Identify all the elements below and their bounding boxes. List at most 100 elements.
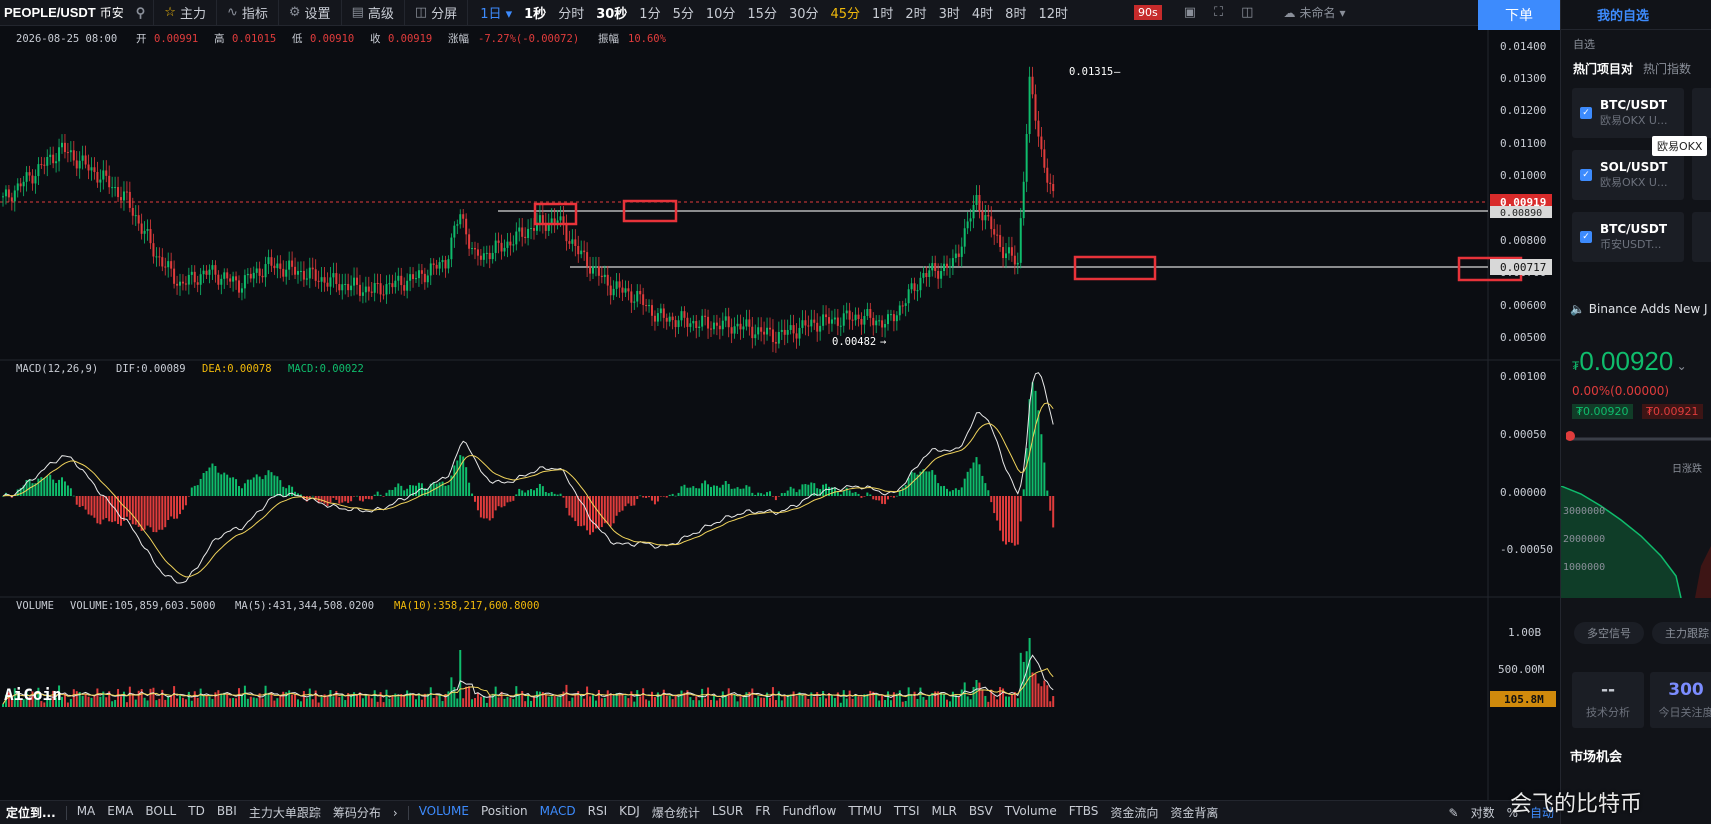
sub-indicator-13[interactable]: TVolume — [999, 804, 1063, 821]
split-screen-button[interactable]: ◫ 分屏 — [403, 0, 467, 26]
sub-indicator-14[interactable]: FTBS — [1063, 804, 1105, 821]
macd-histogram-bar — [704, 480, 707, 496]
macd-histogram-bar — [724, 481, 727, 496]
candle-body — [273, 265, 276, 269]
volume-bar — [382, 702, 385, 707]
sub-indicator-16[interactable]: 资金背离 — [1164, 804, 1224, 821]
macd-histogram-bar — [954, 488, 957, 496]
interval-15m[interactable]: 15分 — [741, 3, 783, 22]
tab-watchlist[interactable]: 我的自选 — [1561, 0, 1711, 30]
locate-button[interactable]: 定位到... — [0, 804, 62, 821]
volume-bar — [565, 684, 568, 707]
long-short-signal-button[interactable]: 多空信号 — [1574, 622, 1644, 644]
checkbox-icon[interactable]: ✓ — [1580, 107, 1592, 119]
interval-2h[interactable]: 2时 — [899, 3, 932, 22]
sub-indicator-7[interactable]: FR — [749, 804, 776, 821]
sub-indicator-6[interactable]: LSUR — [706, 804, 749, 821]
macd-histogram-bar — [960, 487, 963, 496]
interval-45m[interactable]: 45分 — [825, 3, 867, 22]
candle-body — [10, 197, 13, 202]
overlay-indicator-5[interactable]: 主力大单跟踪 — [243, 804, 327, 821]
macd-dea: DEA:0.00078 — [202, 363, 272, 375]
sub-indicator-2[interactable]: MACD — [534, 804, 582, 821]
checkbox-icon[interactable]: ✓ — [1580, 169, 1592, 181]
interval-30m[interactable]: 30分 — [783, 3, 825, 22]
overlay-indicator-3[interactable]: TD — [182, 804, 211, 821]
tab-hot-index[interactable]: 热门指数 — [1643, 60, 1691, 77]
macd-histogram-bar — [565, 496, 568, 508]
kline-chart[interactable]: 2026-08-25 08:00 开 0.00991 高 0.01015 低 0… — [0, 30, 1560, 800]
watchlist-card[interactable] — [1692, 88, 1711, 138]
candle-body — [364, 286, 367, 293]
sub-indicator-4[interactable]: KDJ — [613, 804, 646, 821]
macd-histogram-bar — [677, 492, 680, 496]
candle-body — [541, 215, 544, 224]
volume-bar — [769, 697, 771, 707]
sub-indicator-12[interactable]: BSV — [963, 804, 999, 821]
sub-indicator-15[interactable]: 资金流向 — [1104, 804, 1164, 821]
sub-indicator-5[interactable]: 爆仓统计 — [646, 804, 706, 821]
news-ticker[interactable]: 🔈 Binance Adds New J — [1570, 302, 1708, 316]
sub-indicator-3[interactable]: RSI — [582, 804, 614, 821]
interval-10m[interactable]: 10分 — [700, 3, 742, 22]
interval-30s[interactable]: 30秒 — [590, 3, 633, 22]
overlay-indicator-4[interactable]: BBI — [211, 804, 243, 821]
edit-icon[interactable]: ✎ — [1443, 806, 1465, 820]
layout-name-dropdown[interactable]: ☁ 未命名 ▾ — [1283, 4, 1345, 21]
log-scale-toggle[interactable]: 对数 — [1465, 804, 1501, 821]
interval-dropdown[interactable]: 1日 ▾ — [474, 3, 518, 22]
macd-histogram-bar — [270, 472, 273, 496]
sub-indicator-8[interactable]: Fundflow — [777, 804, 843, 821]
watchlist-card[interactable] — [1692, 212, 1711, 262]
candle-body — [922, 273, 925, 278]
main-force-tracking-button[interactable]: 主力跟踪 — [1652, 622, 1711, 644]
symbol-selector[interactable]: PEOPLE/USDT 币安 ⚲ — [0, 4, 153, 21]
advanced-button[interactable]: ▤ 高级 — [340, 0, 404, 26]
sub-indicator-1[interactable]: Position — [475, 804, 534, 821]
watchlist-card[interactable]: ✓ BTC/USDT 欧易OKX U... — [1572, 88, 1684, 138]
sub-indicator-0[interactable]: VOLUME — [413, 804, 475, 821]
interval-1s[interactable]: 1秒 — [518, 3, 552, 22]
volume-bar — [586, 686, 589, 707]
open-value: 0.00991 — [154, 33, 198, 45]
interval-5m[interactable]: 5分 — [667, 3, 700, 22]
technical-analysis-stat[interactable]: -- 技术分析 — [1572, 672, 1644, 728]
interval-1m[interactable]: 1分 — [633, 3, 666, 22]
interval-8h[interactable]: 8时 — [999, 3, 1032, 22]
watchlist-card[interactable]: ✓ SOL/USDT 欧易OKX U... — [1572, 150, 1684, 200]
overlay-indicator-0[interactable]: MA — [71, 804, 102, 821]
sub-indicator-11[interactable]: MLR — [926, 804, 963, 821]
sub-indicator-9[interactable]: TTMU — [842, 804, 888, 821]
overlay-indicator-6[interactable]: 筹码分布 — [327, 804, 387, 821]
watchlist-card[interactable] — [1692, 150, 1711, 200]
interval-12h[interactable]: 12时 — [1032, 3, 1074, 22]
interval-3h[interactable]: 3时 — [933, 3, 966, 22]
interval-1h[interactable]: 1时 — [866, 3, 899, 22]
indicator-button[interactable]: ∿ 指标 — [215, 0, 278, 26]
interval-timeshare[interactable]: 分时 — [552, 3, 590, 22]
overlay-indicator-2[interactable]: BOLL — [139, 804, 182, 821]
volume-bar — [633, 701, 636, 707]
overlay-indicator-1[interactable]: EMA — [101, 804, 139, 821]
volume-bar — [730, 693, 733, 707]
fullscreen-icon[interactable]: ⛶ — [1214, 5, 1223, 20]
search-icon[interactable]: ⚲ — [136, 5, 146, 21]
watchlist-card[interactable]: ✓ BTC/USDT 币安USDT... — [1572, 212, 1684, 262]
attention-stat[interactable]: 300 今日关注度 — [1650, 672, 1711, 728]
sub-indicator-10[interactable]: TTSI — [888, 804, 926, 821]
macd-histogram-bar — [592, 496, 594, 533]
volume-bar — [276, 698, 279, 707]
chart-area[interactable]: 2026-08-25 08:00 开 0.00991 高 0.01015 低 0… — [0, 30, 1560, 800]
interval-4h[interactable]: 4时 — [966, 3, 999, 22]
place-order-button[interactable]: 下单 — [1478, 0, 1560, 30]
tab-hot-pairs[interactable]: 热门项目对 — [1573, 60, 1633, 77]
checkbox-icon[interactable]: ✓ — [1580, 231, 1592, 243]
macd-histogram-bar — [574, 496, 577, 522]
layout-icon[interactable]: ◫ — [1241, 5, 1253, 20]
volume-bar — [1052, 696, 1055, 707]
main-force-button[interactable]: ☆ 主力 — [153, 0, 216, 26]
volume-bar — [167, 695, 170, 707]
settings-button[interactable]: ⚙ 设置 — [277, 0, 341, 26]
camera-icon[interactable]: ▣ — [1184, 5, 1196, 20]
chevron-right-icon[interactable]: › — [387, 806, 404, 820]
